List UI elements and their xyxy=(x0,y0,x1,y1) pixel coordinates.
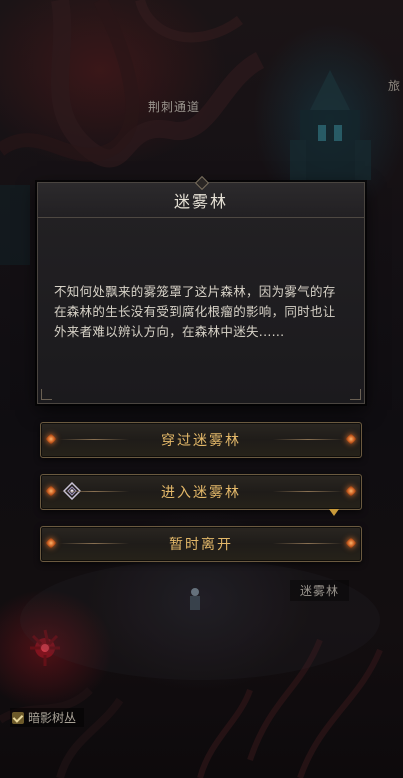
divider xyxy=(59,491,129,492)
divider xyxy=(59,439,129,440)
divider xyxy=(273,439,343,440)
choice-label: 进入迷雾林 xyxy=(161,485,241,501)
choice-leave-button[interactable]: 暂时离开 xyxy=(40,526,362,562)
chevron-down-icon xyxy=(329,509,339,516)
corner-ornament-icon xyxy=(350,389,361,400)
choice-pass-through-button[interactable]: 穿过迷雾林 xyxy=(40,422,362,458)
divider xyxy=(59,543,129,544)
game-scene: 荆刺通道 旅 迷雾林 暗影树丛 迷雾林 不知何处飘来的雾笼罩了这片森林，因为雾气… xyxy=(0,0,403,778)
map-label-edge[interactable]: 旅 xyxy=(388,77,401,94)
dialog-title: 迷雾林 xyxy=(173,192,228,211)
divider xyxy=(273,543,343,544)
gem-icon xyxy=(345,433,357,445)
gem-icon xyxy=(345,485,357,497)
gem-icon xyxy=(45,537,57,549)
shadow-grove-marker[interactable]: 暗影树丛 xyxy=(10,708,85,727)
gem-icon xyxy=(345,537,357,549)
corner-ornament-icon xyxy=(41,389,52,400)
choice-label: 穿过迷雾林 xyxy=(161,433,241,449)
event-dialog: 迷雾林 不知何处飘来的雾笼罩了这片森林，因为雾气的存在森林的生长没有受到腐化根瘤… xyxy=(37,175,365,404)
dialog-description: 不知何处飘来的雾笼罩了这片森林，因为雾气的存在森林的生长没有受到腐化根瘤的影响，… xyxy=(54,284,336,339)
check-icon xyxy=(12,711,24,724)
choice-label: 暂时离开 xyxy=(169,537,233,553)
divider xyxy=(273,491,343,492)
gem-icon xyxy=(45,433,57,445)
choice-enter-button[interactable]: 进入迷雾林 xyxy=(40,474,362,510)
gem-icon xyxy=(45,485,57,497)
map-label-passage[interactable]: 荆刺通道 xyxy=(148,98,200,115)
map-label-mistwood[interactable]: 迷雾林 xyxy=(290,580,350,601)
shadow-grove-label: 暗影树丛 xyxy=(28,711,77,725)
